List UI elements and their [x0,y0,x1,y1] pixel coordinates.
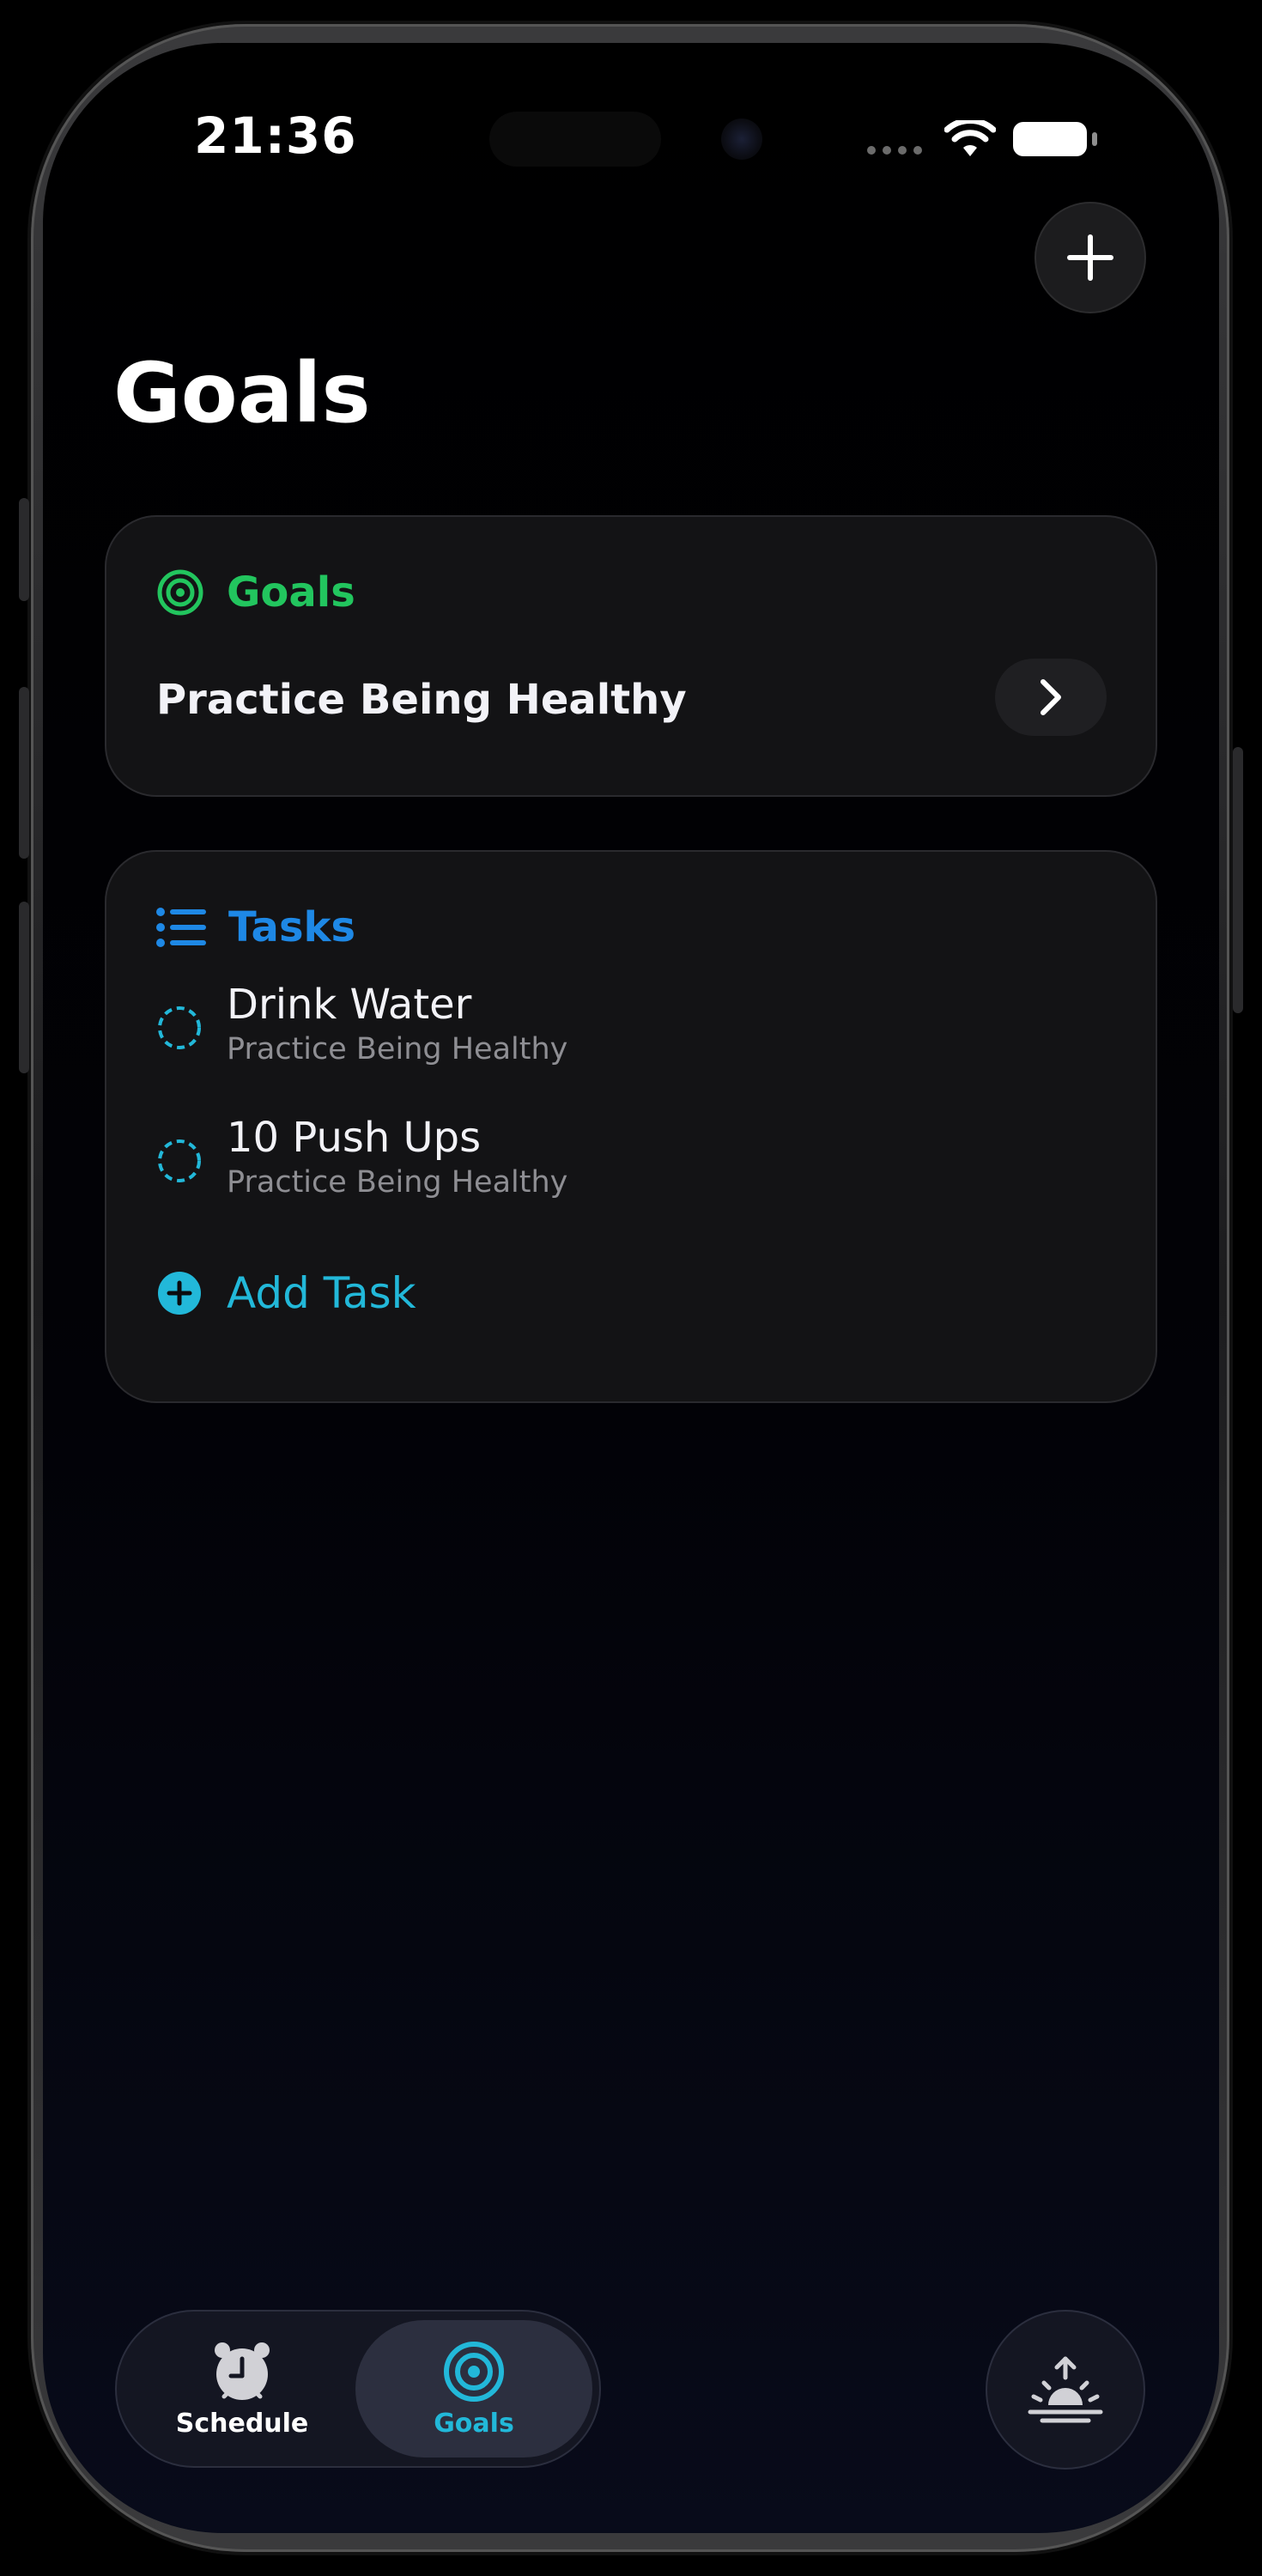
task-title: Drink Water [227,981,472,1029]
tab-label: Goals [434,2408,514,2439]
task-text: Drink Water Practice Being Healthy [227,981,567,1069]
goals-card-label: Goals [227,568,355,617]
task-title: 10 Push Ups [227,1114,482,1162]
status-time: 21:36 [194,106,357,165]
sunrise-button[interactable] [986,2310,1145,2470]
tab-bar: Schedule Goals [115,2310,601,2468]
task-checkbox-icon[interactable] [156,1005,203,1051]
volume-down-button [19,902,29,1073]
goals-card: Goals Practice Being Healthy [105,515,1157,797]
action-button [19,498,29,601]
volume-up-button [19,687,29,859]
task-item-drink-water[interactable]: Drink Water Practice Being Healthy [156,981,567,1069]
plus-circle-icon [158,1272,201,1315]
camera-icon [721,118,762,160]
task-subtitle: Practice Being Healthy [227,1164,568,1200]
battery-tip [1092,132,1097,146]
add-goal-button[interactable] [1034,202,1146,313]
goal-item-name[interactable]: Practice Being Healthy [156,676,687,724]
app-screen: 21:36 Goals Goals Practice Being Healthy [43,43,1219,2533]
wifi-icon [944,120,996,156]
dynamic-island [489,112,661,167]
task-subtitle: Practice Being Healthy [227,1031,568,1066]
goal-detail-button[interactable] [995,659,1107,736]
chevron-right-icon [1041,679,1061,715]
task-checkbox-icon[interactable] [156,1138,203,1184]
tab-schedule[interactable]: Schedule [124,2320,361,2458]
sunrise-icon [1028,2356,1103,2423]
target-icon [157,569,203,616]
goals-card-header: Goals [156,568,355,617]
plus-icon [1067,234,1113,281]
add-task-button[interactable]: Add Task [156,1268,416,1318]
tab-goals[interactable]: Goals [355,2320,592,2458]
task-text: 10 Push Ups Practice Being Healthy [227,1114,567,1202]
battery-icon [1013,122,1087,156]
tab-label: Schedule [175,2408,309,2439]
cellular-signal-icon [867,146,922,155]
tasks-card-label: Tasks [228,903,356,951]
page-title: Goals [113,345,371,441]
list-icon [156,908,206,947]
tasks-card: Tasks Drink Water Practice Being Healthy… [105,850,1157,1403]
alarm-clock-icon [215,2342,270,2400]
power-button [1233,747,1243,1013]
target-icon [444,2341,504,2402]
task-item-push-ups[interactable]: 10 Push Ups Practice Being Healthy [156,1114,567,1202]
tasks-card-header: Tasks [156,903,355,951]
add-task-label: Add Task [227,1268,416,1318]
